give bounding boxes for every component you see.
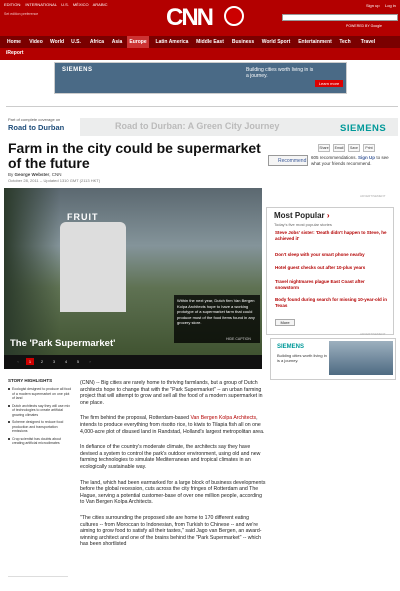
nav-latin-america[interactable]: Latin America	[153, 36, 191, 48]
gallery-prev-icon[interactable]: ‹	[14, 358, 22, 365]
recommend-count: 605 recommendations.	[311, 155, 357, 160]
hero-building	[60, 222, 126, 312]
architects-link[interactable]: Van Bergen Kolpa Architects	[190, 415, 256, 421]
edition-label: EDITION:	[4, 2, 22, 7]
sidebar-ad-text: Building cities worth living in is a jou…	[277, 353, 327, 363]
nav-europe[interactable]: Europe	[127, 36, 149, 48]
sidebar-ad-image	[329, 341, 393, 375]
print-button[interactable]: Print	[363, 144, 375, 152]
byline-author[interactable]: George Webster	[15, 172, 50, 177]
gallery-page-3[interactable]: 3	[50, 358, 58, 365]
nav-video[interactable]: Video	[27, 36, 45, 48]
more-button[interactable]: More	[275, 319, 295, 326]
nav-business[interactable]: Business	[230, 36, 256, 48]
byline-prefix: By	[8, 172, 14, 177]
most-popular-title: Most Popular ›	[274, 211, 330, 220]
highlight-item: Crop scientist has doubts about creating…	[8, 437, 72, 446]
article-paragraph: In defiance of the country's moderate cl…	[80, 444, 261, 470]
facebook-signup-link[interactable]: Sign Up	[358, 155, 375, 160]
nav-middle-east[interactable]: Middle East	[194, 36, 226, 48]
edition-mexico[interactable]: MÉXICO	[73, 2, 89, 7]
signup-link[interactable]: Sign up	[366, 3, 380, 8]
hide-caption-button[interactable]: HIDE CAPTION	[226, 337, 251, 341]
share-button[interactable]: Share	[318, 144, 330, 152]
article-paragraph: The firm behind the proposal, Rotterdam-…	[80, 415, 266, 435]
globe-icon	[224, 6, 244, 26]
most-popular-item[interactable]: Don't sleep with your smart phone nearby	[275, 252, 390, 258]
edition-value[interactable]: INTERNATIONAL	[25, 2, 57, 7]
edition-arabic[interactable]: ARABIC	[93, 2, 108, 7]
banner-ad-brand: SIEMENS	[62, 67, 93, 73]
article-paragraph: The land, which had been earmarked for a…	[80, 479, 266, 506]
most-popular-title-text: Most Popular	[274, 211, 325, 220]
byline-org: , CNN	[49, 172, 62, 177]
email-button[interactable]: Email	[333, 144, 345, 152]
save-button[interactable]: Save	[348, 144, 360, 152]
most-popular-item[interactable]: Hotel guest checks out after 10-plus yea…	[275, 265, 390, 271]
sub-nav	[0, 48, 400, 60]
nav-world-sport[interactable]: World Sport	[260, 36, 292, 48]
nav-africa[interactable]: Africa	[88, 36, 106, 48]
facebook-recommendations: 605 recommendations. Sign Up to see what…	[311, 155, 393, 167]
part-of-label: Part of complete coverage on	[8, 117, 61, 122]
hero-fruit-sign: FRUIT	[67, 212, 99, 222]
nav-entertainment[interactable]: Entertainment	[296, 36, 334, 48]
nav-tech[interactable]: Tech	[338, 36, 352, 48]
gallery-page-4[interactable]: 4	[62, 358, 70, 365]
sidebar-divider	[8, 576, 68, 577]
story-highlights-title: STORY HIGHLIGHTS	[8, 378, 53, 383]
nav-world[interactable]: World	[48, 36, 66, 48]
section-banner-title: Road to Durban: A Green City Journey	[115, 121, 280, 131]
search-input[interactable]	[282, 14, 398, 21]
edition-us[interactable]: U.S.	[61, 2, 69, 7]
sidebar-ad-brand: SIEMENS	[277, 344, 305, 350]
gallery-page-2[interactable]: 2	[38, 358, 46, 365]
most-popular-item[interactable]: Body found during search for missing 10-…	[275, 297, 390, 308]
advertisement-label: ADVERTISEMENT	[360, 194, 386, 198]
nav-asia[interactable]: Asia	[110, 36, 124, 48]
most-popular-item[interactable]: Travel nightmares plague East Coast afte…	[275, 279, 390, 290]
highlight-item: Dutch architects say they will use mix o…	[8, 404, 72, 418]
story-highlights-list: Ecologist designed to produce all food o…	[8, 387, 72, 449]
set-edition-link[interactable]: Set edition preference	[4, 12, 38, 16]
most-popular-item[interactable]: Steve Jobs' sister: 'Death didn't happen…	[275, 230, 390, 241]
siemens-logo[interactable]: SIEMENS	[340, 123, 386, 134]
banner-ad-button[interactable]: Learn more	[315, 80, 343, 87]
hero-title: The 'Park Supermarket'	[10, 338, 116, 349]
advertisement-label: ADVERTISEMENT	[360, 332, 386, 336]
nav-home[interactable]: Home	[4, 36, 24, 48]
article-headline: Farm in the city could be supermarket of…	[8, 140, 261, 171]
nav-us[interactable]: U.S.	[69, 36, 83, 48]
hero-caption: Within the next year, Dutch firm Van Ber…	[174, 295, 260, 343]
article-paragraph: (CNN) -- Big cities are rarely home to t…	[80, 380, 263, 406]
chevron-right-icon: ›	[326, 211, 330, 220]
article-paragraph: "The cities surrounding the proposed sit…	[80, 514, 262, 548]
login-link[interactable]: Log in	[385, 3, 396, 8]
powered-by-google: POWERED BY Google	[346, 24, 382, 28]
most-popular-subtitle: Today's five most popular stories	[274, 222, 332, 227]
edition-selector[interactable]: EDITION: INTERNATIONAL U.S. MÉXICO ARABIC	[4, 2, 112, 7]
recommend-label: Recommend	[278, 158, 307, 164]
article-body: (CNN) -- Big cities are rarely home to t…	[80, 380, 266, 557]
gallery-page-5[interactable]: 5	[74, 358, 82, 365]
divider	[6, 106, 398, 107]
paragraph-text: The firm behind the proposal, Rotterdam-…	[80, 415, 191, 422]
gallery-next-icon[interactable]: ›	[86, 358, 94, 365]
byline: By George Webster, CNN	[8, 172, 61, 177]
banner-ad-tagline: Building cities worth living in is a jou…	[246, 67, 314, 79]
gallery-page-1[interactable]: 1	[26, 358, 34, 365]
highlight-item: Ecologist designed to produce all food o…	[8, 387, 72, 401]
article-date: October 28, 2011 -- Updated 1310 GMT (21…	[8, 178, 101, 183]
coverage-title-link[interactable]: Road to Durban	[8, 123, 64, 132]
nav-ireport[interactable]: iReport	[6, 50, 24, 56]
nav-travel[interactable]: Travel	[358, 36, 378, 48]
highlight-item: Scheme designed to reduce food productio…	[8, 420, 72, 434]
